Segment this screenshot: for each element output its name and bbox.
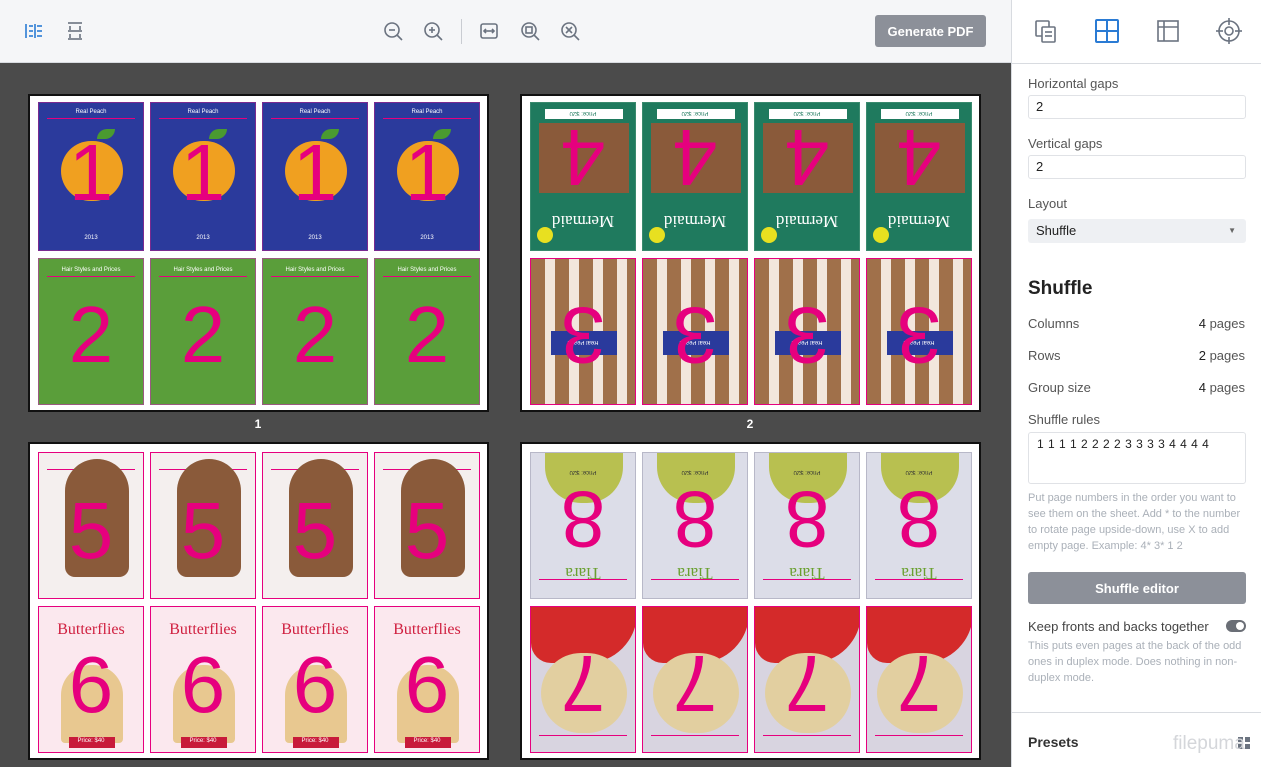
vertical-gaps-label: Vertical gaps <box>1028 136 1103 151</box>
page-tile-4: Price: $20 4 Mermaid <box>530 102 636 251</box>
shuffle-rules-help: Put page numbers in the order you want t… <box>1028 492 1241 552</box>
fit-width-icon[interactable] <box>477 19 501 43</box>
zoom-out-icon[interactable] <box>381 19 405 43</box>
page-tile-3: Real Peach 3 <box>754 258 860 405</box>
columns-value[interactable]: 4 pages <box>1199 316 1245 331</box>
margins-icon[interactable] <box>1153 16 1183 46</box>
layout-select-value: Shuffle <box>1036 223 1077 238</box>
sheet-1[interactable]: Real Peach 1 2013 Real Peach 1 2013 Real… <box>28 94 489 412</box>
page-tile-3: Real Peach 3 <box>642 258 748 405</box>
page-tile-4: Price: $20 4 Mermaid <box>642 102 748 251</box>
layout-label: Layout <box>1028 196 1068 211</box>
page-tile-6: Butterflies 6 Price: $40 <box>262 606 368 753</box>
keep-fronts-label: Keep fronts and backs together <box>1028 619 1209 634</box>
page-tile-6: Butterflies 6 Price: $40 <box>374 606 480 753</box>
page-tile-8: Price: $20 8 Tiara <box>754 452 860 599</box>
sheet-2[interactable]: Price: $20 4 Mermaid Price: $20 4 Mermai… <box>520 94 981 412</box>
page-tile-5: 5 <box>38 452 144 599</box>
rows-value[interactable]: 2 pages <box>1199 348 1245 363</box>
group-size-value[interactable]: 4 pages <box>1199 380 1245 395</box>
toolbar: Generate PDF <box>0 0 1011 63</box>
zoom-reset-icon[interactable] <box>558 19 582 43</box>
sheet-label-2: 2 <box>746 417 754 431</box>
page-tile-6: Butterflies 6 Price: $40 <box>38 606 144 753</box>
sheet-label-1: 1 <box>254 417 262 431</box>
page-tile-8: Price: $20 8 Tiara <box>642 452 748 599</box>
horizontal-gaps-input[interactable]: 2 <box>1028 95 1246 119</box>
page-tile-4: Price: $20 4 Mermaid <box>754 102 860 251</box>
page-tile-2: Hair Styles and Prices 2 <box>38 258 144 405</box>
shuffle-rules-input[interactable]: 1 1 1 1 2 2 2 2 3 3 3 3 4 4 4 4 <box>1028 432 1246 484</box>
toolbar-separator <box>461 19 462 44</box>
sheet-4[interactable]: Price: $20 8 Tiara Price: $20 8 Tiara Pr… <box>520 442 981 760</box>
settings-sidebar: Horizontal gaps 2 Vertical gaps 2 Layout… <box>1011 0 1261 767</box>
group-size-label: Group size <box>1028 380 1091 395</box>
preview-canvas[interactable]: Real Peach 1 2013 Real Peach 1 2013 Real… <box>0 63 1011 767</box>
page-tile-1: Real Peach 1 2013 <box>150 102 256 251</box>
caret-down-icon: ▼ <box>1228 226 1236 235</box>
page-tile-1: Real Peach 1 2013 <box>38 102 144 251</box>
page-tile-1: Real Peach 1 2013 <box>374 102 480 251</box>
columns-view-icon[interactable] <box>22 19 46 43</box>
rows-label: Rows <box>1028 348 1061 363</box>
columns-label: Columns <box>1028 316 1080 331</box>
shuffle-rules-label: Shuffle rules <box>1028 412 1101 427</box>
page-tile-2: Hair Styles and Prices 2 <box>262 258 368 405</box>
duplicate-pages-icon[interactable] <box>1031 16 1061 46</box>
keep-fronts-help: This puts even pages at the back of the … <box>1028 640 1242 684</box>
page-tile-5: 5 <box>150 452 256 599</box>
layout-select[interactable]: Shuffle ▼ <box>1028 219 1246 243</box>
page-tile-1: Real Peach 1 2013 <box>262 102 368 251</box>
page-tile-8: Price: $20 8 Tiara <box>530 452 636 599</box>
generate-pdf-button[interactable]: Generate PDF <box>875 15 986 47</box>
horizontal-gaps-label: Horizontal gaps <box>1028 76 1119 91</box>
page-tile-2: Hair Styles and Prices 2 <box>150 258 256 405</box>
page-tile-3: Real Peach 3 <box>530 258 636 405</box>
page-tile-2: Hair Styles and Prices 2 <box>374 258 480 405</box>
layout-grid-icon[interactable] <box>1092 16 1122 46</box>
zoom-in-icon[interactable] <box>421 19 445 43</box>
page-tile-7: 7 <box>754 606 860 753</box>
page-tile-7: 7 <box>642 606 748 753</box>
presets-label: Presets <box>1028 734 1079 750</box>
page-tile-7: 7 <box>530 606 636 753</box>
keep-fronts-toggle[interactable] <box>1226 620 1246 632</box>
target-icon[interactable] <box>1214 16 1244 46</box>
shuffle-editor-button[interactable]: Shuffle editor <box>1028 572 1246 604</box>
rows-view-icon[interactable] <box>63 19 87 43</box>
page-tile-3: Real Peach 3 <box>866 258 972 405</box>
section-title: Shuffle <box>1028 278 1093 299</box>
page-tile-7: 7 <box>866 606 972 753</box>
vertical-gaps-input[interactable]: 2 <box>1028 155 1246 179</box>
page-tile-5: 5 <box>262 452 368 599</box>
fit-page-icon[interactable] <box>518 19 542 43</box>
page-tile-8: Price: $20 8 Tiara <box>866 452 972 599</box>
page-tile-6: Butterflies 6 Price: $40 <box>150 606 256 753</box>
watermark: filepuma <box>1173 733 1245 754</box>
page-tile-5: 5 <box>374 452 480 599</box>
sidebar-tabs <box>1012 0 1261 64</box>
sheet-3[interactable]: 5 5 5 5 Butterflies 6 Price: $40 Butterf… <box>28 442 489 760</box>
page-tile-4: Price: $20 4 Mermaid <box>866 102 972 251</box>
